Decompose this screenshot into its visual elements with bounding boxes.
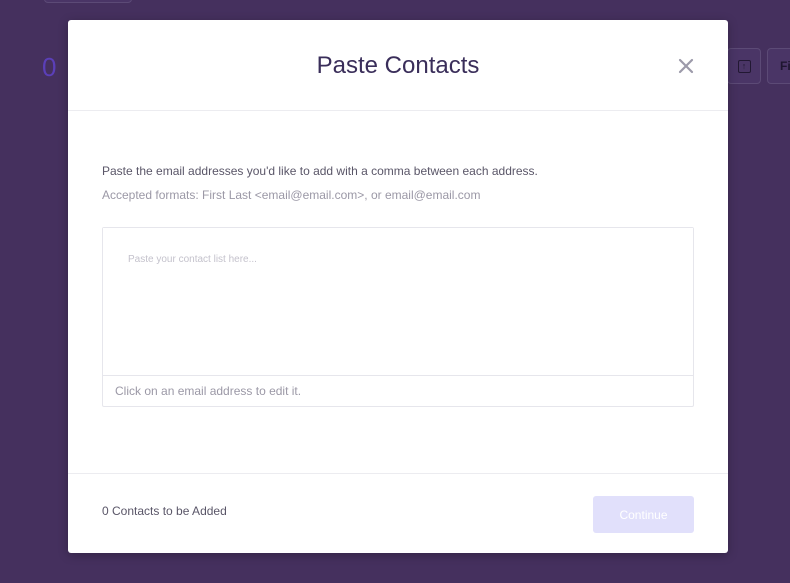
paste-instructions: Paste the email addresses you'd like to … (102, 164, 538, 178)
edit-hint: Click on an email address to edit it. (115, 384, 302, 398)
contact-list-textarea[interactable] (103, 228, 693, 376)
background-contact-count: 0 (42, 52, 57, 82)
modal-header: Paste Contacts (68, 20, 728, 111)
accepted-formats: Accepted formats: First Last <email@emai… (102, 188, 481, 202)
upload-icon: ↑ (737, 59, 751, 73)
modal-footer: 0 Contacts to be Added Continue (68, 473, 728, 554)
background-top-button (44, 0, 132, 3)
close-icon (678, 58, 694, 74)
contacts-to-add-count: 0 Contacts to be Added (102, 504, 227, 518)
background-filter-button: Fi (767, 48, 790, 84)
close-button[interactable] (674, 54, 698, 78)
background-upload-button: ↑ (727, 48, 761, 84)
paste-contacts-modal: Paste Contacts Paste the email addresses… (68, 20, 728, 553)
paste-area: Click on an email address to edit it. (102, 227, 694, 407)
modal-title: Paste Contacts (316, 52, 480, 79)
continue-button[interactable]: Continue (593, 496, 694, 533)
